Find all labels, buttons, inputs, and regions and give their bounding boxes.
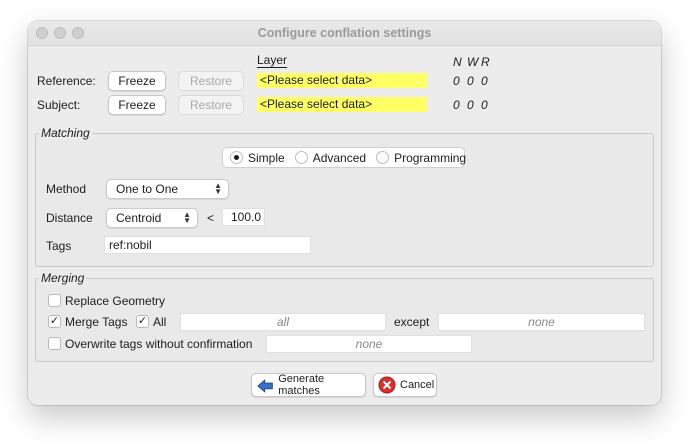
- tags-except-input[interactable]: none: [438, 313, 645, 331]
- except-label: except: [394, 315, 430, 329]
- tags-input[interactable]: ref:nobil: [104, 236, 311, 254]
- chevron-up-down-icon: ▲ ▼: [183, 210, 191, 225]
- method-select[interactable]: One to One ▲ ▼: [106, 179, 229, 199]
- cancel-icon: [378, 376, 396, 394]
- distance-threshold-input[interactable]: 100.0: [222, 208, 265, 226]
- reference-relation-count: 0: [481, 74, 488, 88]
- mode-advanced-label: Advanced: [312, 150, 367, 165]
- subject-way-count: 0: [467, 98, 474, 112]
- merge-tags-checkbox[interactable]: ✓: [48, 315, 61, 328]
- subject-restore-button[interactable]: Restore: [178, 95, 244, 115]
- chevron-up-down-icon: ▲ ▼: [214, 181, 222, 196]
- overwrite-tags-checkbox[interactable]: [48, 337, 61, 350]
- mode-programming-option[interactable]: Programming: [376, 151, 466, 165]
- subject-node-count: 0: [453, 98, 460, 112]
- ways-column-header: W: [467, 55, 479, 69]
- matching-group-title: Matching: [39, 126, 92, 140]
- simple-radio-icon[interactable]: [230, 151, 243, 164]
- cancel-button[interactable]: Cancel: [373, 373, 437, 397]
- replace-geometry-checkbox[interactable]: [48, 294, 61, 307]
- distance-operator: <: [207, 211, 215, 225]
- all-tags-label: All: [153, 315, 167, 329]
- cancel-label: Cancel: [400, 379, 435, 391]
- merge-tags-label: Merge Tags: [65, 315, 128, 329]
- subject-label: Subject:: [37, 98, 81, 112]
- overwrite-tags-input[interactable]: none: [266, 335, 472, 353]
- all-tags-checkbox[interactable]: ✓: [136, 315, 149, 328]
- distance-value: Centroid: [116, 211, 162, 225]
- window-title: Configure conflation settings: [257, 26, 432, 40]
- checkmark-icon: ✓: [137, 315, 148, 327]
- mode-advanced-option[interactable]: Advanced: [294, 150, 367, 165]
- subject-freeze-button[interactable]: Freeze: [108, 95, 166, 115]
- reference-restore-button[interactable]: Restore: [178, 71, 244, 91]
- advanced-radio-icon[interactable]: [294, 151, 308, 164]
- reference-way-count: 0: [467, 74, 474, 88]
- checkmark-icon: ✓: [49, 315, 60, 327]
- tags-include-input[interactable]: all: [180, 313, 386, 331]
- programming-radio-icon[interactable]: [376, 151, 390, 164]
- generate-matches-button[interactable]: Generate matches: [251, 373, 366, 397]
- method-value: One to One: [116, 182, 179, 196]
- method-label: Method: [46, 182, 87, 196]
- merging-group-title: Merging: [39, 271, 87, 285]
- subject-layer-name: <Please select data>: [257, 97, 427, 112]
- distance-label: Distance: [46, 211, 93, 225]
- layer-column-header: Layer: [257, 53, 288, 68]
- mode-simple-option[interactable]: Simple: [230, 151, 285, 165]
- tags-label: Tags: [46, 239, 72, 253]
- generate-matches-label: Generate matches: [278, 373, 325, 397]
- nodes-column-header: N: [453, 55, 462, 69]
- title-bar: Configure conflation settings: [28, 21, 661, 46]
- subject-relation-count: 0: [481, 98, 488, 112]
- relations-column-header: R: [481, 55, 490, 69]
- reference-freeze-button[interactable]: Freeze: [108, 71, 166, 91]
- conflation-settings-dialog: Configure conflation settings Layer N W …: [28, 21, 661, 405]
- reference-label: Reference:: [37, 74, 96, 88]
- overwrite-tags-label: Overwrite tags without confirmation: [65, 337, 253, 351]
- mode-programming-label: Programming: [394, 150, 467, 165]
- distance-select[interactable]: Centroid ▲ ▼: [106, 208, 198, 228]
- matching-mode-selector: Simple Advanced Programming: [222, 147, 466, 168]
- mode-simple-label: Simple: [248, 150, 285, 165]
- reference-layer-name: <Please select data>: [257, 73, 427, 88]
- replace-geometry-label: Replace Geometry: [65, 294, 166, 308]
- reference-node-count: 0: [453, 74, 460, 88]
- arrow-left-icon: [257, 379, 273, 393]
